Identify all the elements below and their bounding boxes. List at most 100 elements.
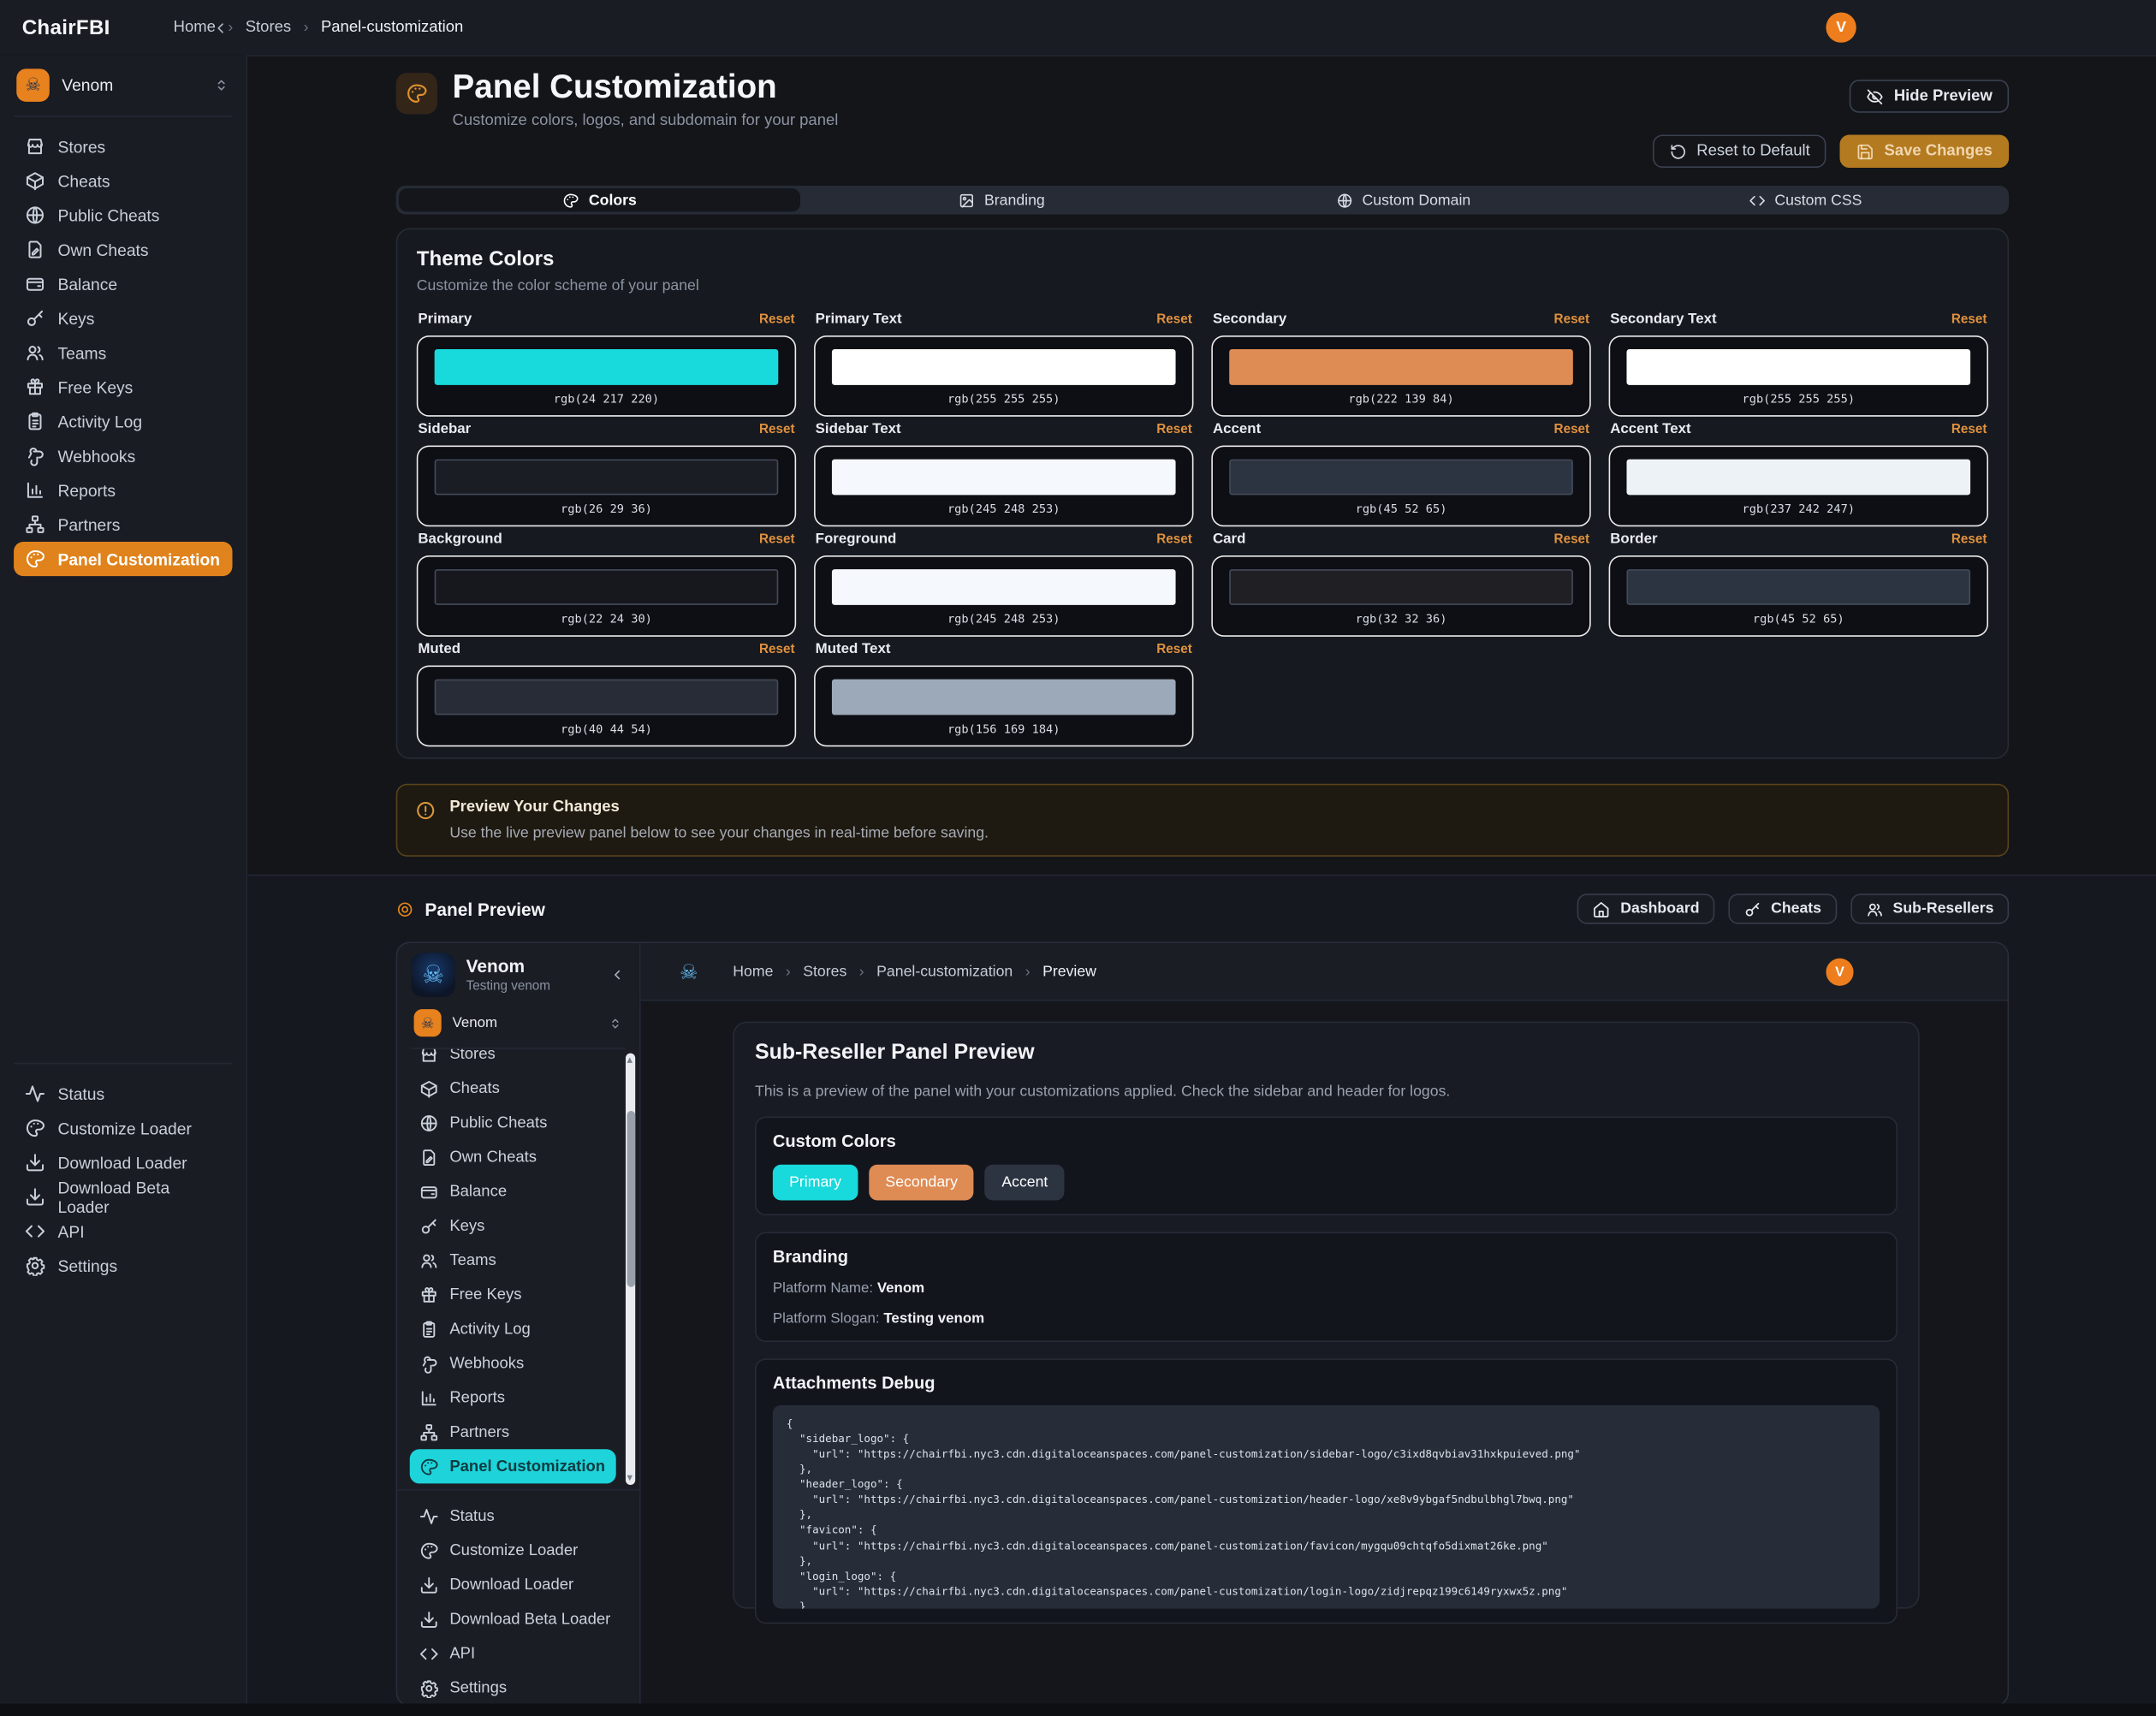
preview-sidebar-item-customize-loader[interactable]: Customize Loader <box>410 1533 627 1567</box>
color-picker[interactable]: rgb(45 52 65) <box>1609 555 1988 637</box>
sidebar-item-own-cheats[interactable]: Own Cheats <box>14 233 232 267</box>
color-picker[interactable]: rgb(222 139 84) <box>1211 335 1590 417</box>
sidebar-item-status[interactable]: Status <box>14 1077 232 1111</box>
sidebar-item-public-cheats[interactable]: Public Cheats <box>14 198 232 232</box>
preview-sidebar-item-stores[interactable]: Stores <box>410 1049 616 1072</box>
color-picker[interactable]: rgb(245 248 253) <box>814 555 1193 637</box>
hide-preview-button[interactable]: Hide Preview <box>1850 80 2009 113</box>
tab-colors[interactable]: Colors <box>399 188 801 211</box>
preview-breadcrumb-panel-customization[interactable]: Panel-customization <box>876 963 1013 979</box>
sidebar-item-stores[interactable]: Stores <box>14 129 232 163</box>
sidebar-item-reports[interactable]: Reports <box>14 473 232 508</box>
reset-link[interactable]: Reset <box>759 531 795 547</box>
scrollbar-down-arrow-icon[interactable] <box>627 1476 633 1481</box>
preview-sidebar-item-settings[interactable]: Settings <box>410 1671 627 1705</box>
sidebar-item-activity-log[interactable]: Activity Log <box>14 404 232 438</box>
tab-branding[interactable]: Branding <box>800 188 1203 211</box>
preview-sidebar-item-cheats[interactable]: Cheats <box>410 1071 616 1105</box>
user-avatar[interactable]: V <box>1826 12 1856 42</box>
preview-sidebar-item-partners[interactable]: Partners <box>410 1415 616 1449</box>
preview-workspace-selector[interactable]: ☠ Venom <box>411 1006 626 1049</box>
reset-link[interactable]: Reset <box>1554 421 1590 436</box>
preview-sidebar-item-activity-log[interactable]: Activity Log <box>410 1312 616 1346</box>
preview-sidebar-item-public-cheats[interactable]: Public Cheats <box>410 1106 616 1140</box>
preview-sidebar-item-reports[interactable]: Reports <box>410 1381 616 1415</box>
sidebar-item-partners[interactable]: Partners <box>14 508 232 542</box>
breadcrumb-stores[interactable]: Stores <box>246 19 291 35</box>
color-picker[interactable]: rgb(24 217 220) <box>417 335 796 417</box>
preview-sidebar-item-download-beta-loader[interactable]: Download Beta Loader <box>410 1602 627 1636</box>
preview-sidebar-item-keys[interactable]: Keys <box>410 1208 616 1243</box>
sidebar-item-keys[interactable]: Keys <box>14 301 232 335</box>
sidebar-item-free-keys[interactable]: Free Keys <box>14 370 232 404</box>
tab-custom-css[interactable]: Custom CSS <box>1604 188 2006 211</box>
color-picker[interactable]: rgb(22 24 30) <box>417 555 796 637</box>
preview-dashboard-button[interactable]: Dashboard <box>1577 894 1714 923</box>
sidebar-item-teams[interactable]: Teams <box>14 335 232 370</box>
users-icon <box>1865 900 1883 917</box>
color-picker[interactable]: rgb(237 242 247) <box>1609 446 1988 527</box>
reset-link[interactable]: Reset <box>759 421 795 436</box>
reset-link[interactable]: Reset <box>1951 312 1987 327</box>
reset-link[interactable]: Reset <box>759 312 795 327</box>
reset-link[interactable]: Reset <box>1951 531 1987 547</box>
preview-sidebar-item-teams[interactable]: Teams <box>410 1243 616 1277</box>
reset-link[interactable]: Reset <box>1156 531 1192 547</box>
preview-sidebar-item-download-loader[interactable]: Download Loader <box>410 1567 627 1601</box>
color-picker[interactable]: rgb(156 169 184) <box>814 666 1193 747</box>
sidebar-item-panel-customization[interactable]: Panel Customization <box>14 542 232 576</box>
color-picker[interactable]: rgb(26 29 36) <box>417 446 796 527</box>
color-picker[interactable]: rgb(40 44 54) <box>417 666 796 747</box>
sidebar-item-settings[interactable]: Settings <box>14 1249 232 1283</box>
sidebar-item-download-loader[interactable]: Download Loader <box>14 1145 232 1179</box>
preview-sidebar-item-free-keys[interactable]: Free Keys <box>410 1277 616 1311</box>
sidebar-item-cheats[interactable]: Cheats <box>14 163 232 198</box>
preview-cheats-button[interactable]: Cheats <box>1728 894 1836 923</box>
sidebar-item-api[interactable]: API <box>14 1214 232 1249</box>
platform-slogan-row: Platform Slogan:Testing venom <box>773 1310 1880 1327</box>
reset-link[interactable]: Reset <box>1156 641 1192 656</box>
color-picker[interactable]: rgb(255 255 255) <box>1609 335 1988 417</box>
preview-breadcrumb-home[interactable]: Home <box>733 963 773 979</box>
sidebar-collapse-button[interactable] <box>206 14 234 41</box>
chevron-left-icon[interactable] <box>609 966 626 983</box>
tab-custom-domain[interactable]: Custom Domain <box>1203 188 1605 211</box>
preview-sidebar-item-webhooks[interactable]: Webhooks <box>410 1346 616 1381</box>
preview-sidebar-item-status[interactable]: Status <box>410 1499 627 1533</box>
reset-link[interactable]: Reset <box>1554 531 1590 547</box>
reset-link[interactable]: Reset <box>1156 421 1192 436</box>
scrollbar-up-arrow-icon[interactable] <box>627 1057 633 1062</box>
preview-user-avatar[interactable]: V <box>1826 959 1853 986</box>
sidebar-item-webhooks[interactable]: Webhooks <box>14 438 232 472</box>
preview-breadcrumb-stores[interactable]: Stores <box>803 963 846 979</box>
download-icon <box>25 1152 45 1173</box>
color-picker[interactable]: rgb(255 255 255) <box>814 335 1193 417</box>
color-picker[interactable]: rgb(32 32 36) <box>1211 555 1590 637</box>
color-picker[interactable]: rgb(245 248 253) <box>814 446 1193 527</box>
reset-link[interactable]: Reset <box>1554 312 1590 327</box>
save-changes-button[interactable]: Save Changes <box>1840 134 2009 168</box>
accent-color-button[interactable]: Accent <box>985 1165 1065 1201</box>
preview-sidebar-scrollbar[interactable] <box>626 1054 635 1485</box>
secondary-color-button[interactable]: Secondary <box>869 1165 974 1201</box>
preview-sidebar-item-panel-customization[interactable]: Panel Customization <box>410 1449 616 1483</box>
reset-to-default-button[interactable]: Reset to Default <box>1653 134 1826 168</box>
color-picker[interactable]: rgb(45 52 65) <box>1211 446 1590 527</box>
reset-link[interactable]: Reset <box>1156 312 1192 327</box>
sidebar-item-customize-loader[interactable]: Customize Loader <box>14 1111 232 1145</box>
preview-sidebar-item-api[interactable]: API <box>410 1636 627 1671</box>
sidebar-item-download-beta-loader[interactable]: Download Beta Loader <box>14 1179 232 1214</box>
workspace-selector[interactable]: ☠ Venom <box>14 68 232 116</box>
eye-off-icon <box>1867 87 1885 105</box>
reset-link[interactable]: Reset <box>1951 421 1987 436</box>
preview-sidebar-item-balance[interactable]: Balance <box>410 1174 616 1208</box>
alert-circle-icon <box>415 800 436 821</box>
primary-color-button[interactable]: Primary <box>773 1165 858 1201</box>
sidebar-item-balance[interactable]: Balance <box>14 267 232 301</box>
preview-sidebar-item-own-cheats[interactable]: Own Cheats <box>410 1140 616 1174</box>
preview-sub-resellers-button[interactable]: Sub-Resellers <box>1850 894 2009 923</box>
scrollbar-thumb[interactable] <box>627 1111 635 1287</box>
sub-reseller-preview-description: This is a preview of the panel with your… <box>755 1084 1898 1100</box>
attachments-debug-code-block[interactable]: { "sidebar_logo": { "url": "https://chai… <box>773 1405 1880 1609</box>
reset-link[interactable]: Reset <box>759 641 795 656</box>
